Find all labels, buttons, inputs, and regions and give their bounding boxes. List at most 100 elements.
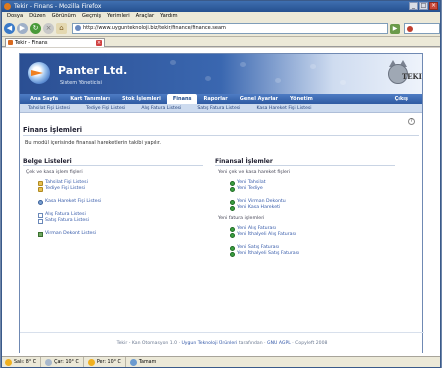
brand-name: Panter Ltd. [58, 64, 128, 77]
ops-group: Yeni Alış Faturası Yeni İthalyeli Alış F… [215, 226, 395, 238]
arrow-right-icon [230, 226, 235, 232]
ops-group: Yeni Virman Dekontu Yeni Kasa Hareketi [215, 199, 395, 211]
ops-group: Yeni Satış Faturası Yeni İthalyeli Satış… [215, 245, 395, 257]
menu-history[interactable]: Geçmiş [82, 12, 101, 21]
tab-tekir-finans[interactable]: Tekir - Finans × [5, 38, 105, 47]
subnav-tediye[interactable]: Tediye Fişi Listesi [78, 104, 133, 113]
arrow-right-icon [230, 186, 235, 192]
section-description: Yeni çek ve kasa hareket fişleri [218, 170, 291, 175]
cloud-icon [45, 359, 53, 366]
arrow-right-icon [230, 245, 235, 251]
navigation-toolbar: ◀ ▶ ↻ × ⌂ http://www.uygunteknoloji.biz/… [2, 21, 440, 37]
tab-title: Tekir - Finans [15, 40, 48, 46]
document-icon [38, 218, 43, 224]
subnav-tahsilat[interactable]: Tahsilat Fişi Listesi [20, 104, 78, 113]
financial-operations-section: Finansal İşlemler Yeni çek ve kasa harek… [215, 158, 395, 257]
search-box[interactable] [404, 23, 440, 34]
link-satis-fatura-listesi[interactable]: Satış Fatura Listesi [23, 218, 203, 224]
reload-button[interactable]: ↻ [30, 23, 41, 34]
list-group: Kasa Hareket Fişi Listesi [23, 199, 203, 205]
folder-icon [38, 186, 43, 192]
nav-yonetim[interactable]: Yönetim [284, 94, 319, 104]
list-group: Alış Fatura Listesi Satış Fatura Listesi [23, 212, 203, 224]
document-icon [38, 212, 43, 218]
ops-group: Yeni Tahsilat Yeni Tediye [215, 180, 395, 192]
weather-day-2[interactable]: Çar: 10° C [45, 357, 84, 367]
stop-button[interactable]: × [43, 23, 54, 34]
subnav-alis-fatura[interactable]: Alış Fatura Listesi [133, 104, 189, 113]
logout-link[interactable]: Çıkış [389, 94, 414, 104]
home-button[interactable]: ⌂ [56, 23, 67, 34]
maximize-button[interactable]: □ [419, 2, 428, 10]
section-description: Yeni fatura işlemleri [218, 216, 265, 221]
menu-file[interactable]: Dosya [7, 12, 23, 21]
tekir-cat-logo-icon: TEKIR [386, 58, 422, 90]
close-window-button[interactable]: × [429, 2, 438, 10]
go-button[interactable]: ▶ [390, 23, 400, 34]
status-bar: Salı: 8° C Çar: 10° C Per: 10° C Tamam [2, 356, 440, 367]
chart-icon [38, 231, 43, 237]
close-tab-icon[interactable]: × [96, 40, 102, 46]
footer-link-uygun[interactable]: Uygun Teknoloji Ürünleri [181, 341, 237, 346]
minimize-button[interactable]: _ [409, 2, 418, 10]
subnav-kasa-hareket[interactable]: Kasa Hareket Fişi Listesi [248, 104, 319, 113]
document-lists-section: Belge Listeleri Çek ve kasa işlem fişler… [23, 158, 203, 237]
link-virman-dekont-listesi[interactable]: Virman Dekont Listesi [23, 231, 203, 237]
arrow-right-icon [230, 251, 235, 257]
nav-genel-ayarlar[interactable]: Genel Ayarlar [234, 94, 284, 104]
mascot-text: TEKIR [402, 72, 422, 81]
nav-finans[interactable]: Finans [166, 94, 198, 104]
footer-prefix: Tekir - Kan Otomasyon 1.0 · [116, 341, 182, 346]
section-heading: Belge Listeleri [23, 158, 203, 166]
menu-help[interactable]: Yardım [160, 12, 177, 21]
menu-bar: Dosya Düzen Görünüm Geçmiş Yerimleri Ara… [2, 12, 440, 21]
arrow-right-icon [230, 205, 235, 211]
nav-raporlar[interactable]: Raporlar [197, 94, 233, 104]
browser-window: Tekir - Finans - Mozilla Firefox _ □ × D… [1, 0, 441, 368]
firefox-icon [4, 3, 11, 10]
link-yeni-tediye[interactable]: Yeni Tediye [215, 186, 395, 192]
nav-ana-sayfa[interactable]: Ana Sayfa [24, 94, 64, 104]
back-button[interactable]: ◀ [4, 23, 15, 34]
link-yeni-kasa-hareketi[interactable]: Yeni Kasa Hareketi [215, 205, 395, 211]
page-title: Finans İşlemleri [23, 126, 83, 134]
tab-favicon [8, 40, 13, 45]
menu-tools[interactable]: Araçlar [136, 12, 154, 21]
forward-button[interactable]: ▶ [17, 23, 28, 34]
link-yeni-ithalyeli-satis-faturasi[interactable]: Yeni İthalyeli Satış Faturası [215, 251, 395, 257]
subnav-satis-fatura[interactable]: Satış Fatura Listesi [189, 104, 248, 113]
url-text: http://www.uygunteknoloji.biz/tekir/fina… [83, 25, 226, 31]
search-engine-icon [407, 26, 413, 32]
tab-strip: Tekir - Finans × [2, 37, 440, 47]
page-intro: Bu modül içerisinde finansal hareketleri… [25, 140, 161, 146]
section-heading: Finansal İşlemler [215, 158, 395, 166]
sun-icon [5, 359, 12, 366]
main-nav: Ana Sayfa Kart Tanımları Stok İşlemleri … [20, 94, 422, 104]
url-bar[interactable]: http://www.uygunteknoloji.biz/tekir/fina… [72, 23, 388, 34]
page-footer: Tekir - Kan Otomasyon 1.0 · Uygun Teknol… [20, 332, 424, 354]
menu-edit[interactable]: Düzen [29, 12, 46, 21]
window-title: Tekir - Finans - Mozilla Firefox [14, 3, 102, 10]
link-kasa-hareket-listesi[interactable]: Kasa Hareket Fişi Listesi [23, 199, 203, 205]
weather-day-1[interactable]: Salı: 8° C [5, 357, 42, 367]
arrow-right-icon [230, 180, 235, 186]
menu-bookmarks[interactable]: Yerimleri [107, 12, 130, 21]
arrow-right-icon [230, 232, 235, 238]
link-tediye-listesi[interactable]: Tediye Fişi Listesi [23, 186, 203, 192]
divider [23, 135, 419, 136]
menu-view[interactable]: Görünüm [52, 12, 76, 21]
status-icon [129, 359, 137, 366]
brand-subtitle: Sistem Yöneticisi [60, 80, 102, 86]
nav-kart-tanimlari[interactable]: Kart Tanımları [64, 94, 116, 104]
page-viewport: Panter Ltd. Sistem Yöneticisi TEKIR Ana … [2, 48, 440, 356]
list-group: Tahsilat Fişi Listesi Tediye Fişi Listes… [23, 180, 203, 192]
link-yeni-ithalyeli-alis-faturasi[interactable]: Yeni İthalyeli Alış Faturası [215, 232, 395, 238]
status-done: Tamam [129, 357, 160, 367]
footer-middle: tarafından · [237, 341, 268, 346]
nav-stok-islemleri[interactable]: Stok İşlemleri [116, 94, 167, 104]
footer-link-license[interactable]: GNU AGPL [267, 341, 291, 346]
section-description: Çek ve kasa işlem fişleri [26, 170, 83, 175]
weather-day-3[interactable]: Per: 10° C [87, 357, 126, 367]
help-icon[interactable]: ? [408, 118, 415, 125]
title-bar: Tekir - Finans - Mozilla Firefox _ □ × [2, 1, 440, 12]
